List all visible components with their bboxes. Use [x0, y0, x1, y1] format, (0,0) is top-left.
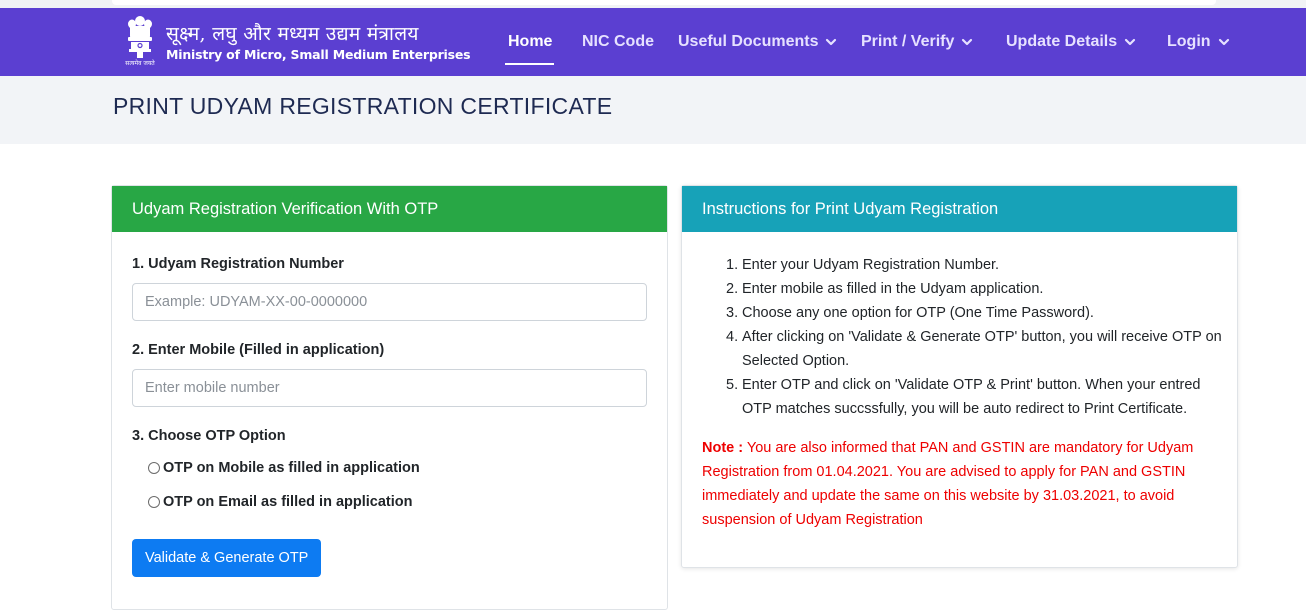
otp-mobile-option[interactable]: OTP on Mobile as filled in application [148, 460, 420, 476]
step-number: 1. [726, 257, 739, 273]
note-text: You are also informed that PAN and GSTIN… [702, 440, 1194, 528]
nav-print-verify-label: Print / Verify [861, 33, 955, 50]
chevron-down-icon [1125, 38, 1136, 46]
nav-nic-code-label: NIC Code [582, 33, 654, 50]
list-item: 5. Enter OTP and click on 'Validate OTP &… [726, 373, 1226, 421]
mobile-input[interactable] [132, 369, 647, 407]
chevron-down-icon [1218, 38, 1229, 46]
form-card-title: Udyam Registration Verification With OTP [112, 186, 667, 232]
instructions-list: 1. Enter your Udyam Registration Number. … [726, 253, 1226, 421]
step-number: 3. [726, 305, 739, 321]
nav-home-label: Home [508, 33, 553, 50]
top-strip-inner [112, 0, 1216, 5]
page-title: PRINT UDYAM REGISTRATION CERTIFICATE [113, 93, 613, 119]
step-number: 2. [726, 281, 739, 297]
note-label: Note : [702, 440, 744, 456]
otp-email-option[interactable]: OTP on Email as filled in application [148, 494, 413, 510]
instructions-card-title: Instructions for Print Udyam Registratio… [682, 186, 1237, 232]
chevron-down-icon [962, 38, 973, 46]
otp-email-radio[interactable] [148, 496, 160, 508]
mobile-label: 2. Enter Mobile (Filled in application) [132, 342, 385, 358]
nav-print-verify[interactable]: Print / Verify [861, 30, 973, 54]
registration-number-input[interactable] [132, 283, 647, 321]
step-number: 4. [726, 329, 739, 345]
otp-mobile-radio[interactable] [148, 462, 160, 474]
step-text: Enter OTP and click on 'Validate OTP & P… [742, 377, 1201, 417]
top-strip [0, 0, 1306, 8]
otp-email-option-label: OTP on Email as filled in application [163, 494, 413, 510]
registration-number-label: 1. Udyam Registration Number [132, 256, 344, 272]
brand-english-title: Ministry of Micro, Small Medium Enterpri… [166, 47, 471, 62]
list-item: 2. Enter mobile as filled in the Udyam ap… [726, 277, 1226, 301]
chevron-down-icon [826, 38, 837, 46]
verification-form-card: Udyam Registration Verification With OTP… [111, 185, 668, 610]
step-text: After clicking on 'Validate & Generate O… [742, 329, 1222, 369]
list-item: 3. Choose any one option for OTP (One Tim… [726, 301, 1226, 325]
nav-login-label: Login [1167, 33, 1211, 50]
nav-nic-code[interactable]: NIC Code [582, 30, 654, 54]
nav-login[interactable]: Login [1167, 30, 1230, 54]
validate-generate-otp-button[interactable]: Validate & Generate OTP [132, 539, 322, 577]
otp-option-label: 3. Choose OTP Option [132, 428, 286, 444]
step-text: Enter mobile as filled in the Udyam appl… [742, 281, 1044, 297]
pan-gstin-note: Note : You are also informed that PAN an… [702, 436, 1222, 532]
otp-mobile-option-label: OTP on Mobile as filled in application [163, 460, 420, 476]
page-header: PRINT UDYAM REGISTRATION CERTIFICATE [0, 76, 1306, 144]
nav-active-underline [505, 63, 554, 65]
national-emblem-icon: सत्यमेव जयते [122, 15, 158, 71]
step-number: 5. [726, 377, 739, 393]
instructions-card: Instructions for Print Udyam Registratio… [681, 185, 1238, 568]
list-item: 4. After clicking on 'Validate & Generate… [726, 325, 1226, 373]
step-text: Choose any one option for OTP (One Time … [742, 305, 1094, 321]
brand-hindi-title: सूक्ष्म, लघु और मध्यम उद्यम मंत्रालय [166, 23, 419, 45]
list-item: 1. Enter your Udyam Registration Number. [726, 253, 1226, 277]
navbar: सत्यमेव जयते सूक्ष्म, लघु और मध्यम उद्यम… [0, 8, 1306, 76]
brand-text: सूक्ष्म, लघु और मध्यम उद्यम मंत्रालय Min… [166, 22, 471, 64]
brand-logo[interactable]: सत्यमेव जयते सूक्ष्म, लघु और मध्यम उद्यम… [122, 14, 471, 72]
emblem-motto: सत्यमेव जयते [125, 60, 155, 67]
step-text: Enter your Udyam Registration Number. [742, 257, 1000, 273]
nav-update-details-label: Update Details [1006, 33, 1118, 50]
nav-useful-documents-label: Useful Documents [678, 33, 819, 50]
nav-useful-documents[interactable]: Useful Documents [678, 30, 837, 54]
nav-home[interactable]: Home [508, 30, 552, 54]
nav-update-details[interactable]: Update Details [1006, 30, 1136, 54]
